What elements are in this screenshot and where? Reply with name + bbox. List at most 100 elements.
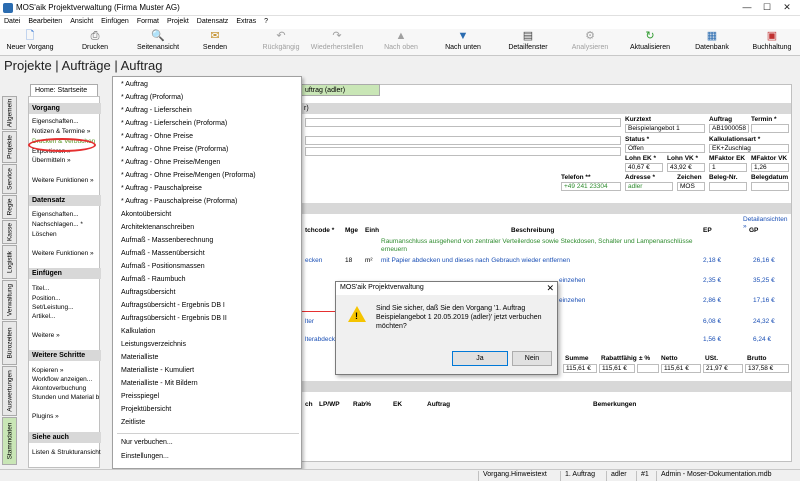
adresse-field[interactable]: adler <box>625 182 673 191</box>
side-tab-buerozeiten[interactable]: Bürozeiten <box>2 321 17 365</box>
menu-help[interactable]: ? <box>260 16 272 29</box>
redo-button[interactable]: ↷ Wiederherstellen <box>306 29 368 56</box>
side-tab-verwaltung[interactable]: Verwaltung <box>2 280 17 320</box>
menu-item[interactable]: Projektübersicht <box>121 406 171 413</box>
kurztext-field[interactable]: Beispielangebot 1 <box>625 124 705 133</box>
new-vorgang-button[interactable]: 🗋 Neuer Vorgang <box>2 29 58 56</box>
nav-akontoverbuchung[interactable]: Akontoverbuchung <box>32 385 86 392</box>
menu-datensatz[interactable]: Datensatz <box>193 16 233 29</box>
nav-listen-struktur[interactable]: Listen & Strukturansicht <box>32 449 101 456</box>
side-tab-allgemein[interactable]: Allgemein <box>2 96 17 130</box>
col-matchcode[interactable]: tchcode * <box>305 227 334 234</box>
move-up-button[interactable]: ▲ Nach oben <box>376 29 426 56</box>
nav-ds-eigenschaften[interactable]: Eigenschaften... <box>32 211 79 218</box>
menu-item[interactable]: * Auftrag - Lieferschein <box>121 107 192 114</box>
menu-projekt[interactable]: Projekt <box>163 16 193 29</box>
plusminus-value[interactable] <box>637 364 659 373</box>
table-row[interactable]: Raumanschluss ausgehend von zentraler Ve… <box>381 238 701 254</box>
field-row-3[interactable] <box>305 147 621 156</box>
no-button[interactable]: Nein <box>512 351 552 366</box>
nav-loeschen[interactable]: Löschen <box>32 231 57 238</box>
side-tab-logistik[interactable]: Logistik <box>2 245 17 279</box>
menu-item[interactable]: Kalkulation <box>121 328 155 335</box>
telefon-field[interactable]: +49 241 23304 <box>561 182 621 191</box>
menu-ansicht[interactable]: Ansicht <box>66 16 97 29</box>
menu-item[interactable]: Auftragsübersicht <box>121 289 175 296</box>
menu-item[interactable]: Aufmaß - Raumbuch <box>121 276 186 283</box>
side-tab-regie[interactable]: Regie <box>2 195 17 219</box>
menu-item[interactable]: Aufmaß - Massenübersicht <box>121 250 205 257</box>
menu-item[interactable]: Preisspiegel <box>121 393 159 400</box>
mfaktor-vk-field[interactable]: 1,26 <box>751 163 789 172</box>
menu-item[interactable]: Architektenanschreiben <box>121 224 194 231</box>
belegdatum-field[interactable] <box>751 182 789 191</box>
menu-format[interactable]: Format <box>133 16 163 29</box>
maximize-button[interactable]: ☐ <box>760 2 774 13</box>
nav-titel[interactable]: Titel... <box>32 285 49 292</box>
col-ek[interactable]: EK <box>393 401 402 408</box>
menu-datei[interactable]: Datei <box>0 16 24 29</box>
nav-position[interactable]: Position... <box>32 295 61 302</box>
print-button[interactable]: ⎙ Drucken <box>64 29 126 56</box>
menu-item[interactable]: * Auftrag - Ohne Preise/Mengen <box>121 159 220 166</box>
menu-item[interactable]: Auftragsübersicht - Ergebnis DB II <box>121 315 227 322</box>
field-row-1[interactable] <box>305 118 621 127</box>
menu-einfuegen[interactable]: Einfügen <box>97 16 133 29</box>
nav-plugins[interactable]: Plugins » <box>32 413 59 420</box>
col-einheit[interactable]: Einh <box>365 227 379 234</box>
undo-button[interactable]: ↶ Rückgängig <box>256 29 306 56</box>
auftrag-field[interactable]: AB1900058 <box>709 124 749 133</box>
tab-document[interactable]: uftrag (adler) <box>300 84 380 96</box>
nav-artikel[interactable]: Artikel... <box>32 313 55 320</box>
lohn-ek-field[interactable]: 40,67 € <box>625 163 663 172</box>
status-field[interactable]: Offen <box>625 144 705 153</box>
yes-button[interactable]: Ja <box>452 351 508 366</box>
nav-eigenschaften[interactable]: Eigenschaften... <box>32 118 79 125</box>
col-bemerkungen[interactable]: Bemerkungen <box>593 401 636 408</box>
nav-workflow[interactable]: Workflow anzeigen... <box>32 376 92 383</box>
menu-item[interactable]: * Auftrag (Proforma) <box>121 94 183 101</box>
menu-item[interactable]: * Auftrag - Ohne Preise/Mengen (Proforma… <box>121 172 256 179</box>
nav-set-leistung[interactable]: Set/Leistung... <box>32 304 74 311</box>
nav-stunden-material[interactable]: Stunden und Material b <box>32 394 99 401</box>
menu-item[interactable]: * Auftrag - Pauschalpreise (Proforma) <box>121 198 237 205</box>
close-button[interactable]: ✕ <box>780 2 794 13</box>
print-preview-button[interactable]: 🔍 Seitenansicht <box>126 29 190 56</box>
nav-notizen-termine[interactable]: Notizen & Termine » <box>32 128 90 135</box>
field-row-2[interactable] <box>305 136 621 145</box>
col-menge[interactable]: Mge <box>345 227 358 234</box>
menu-item[interactable]: Materialliste <box>121 354 158 361</box>
col-ep[interactable]: EP <box>703 227 712 234</box>
kalkulationsart-field[interactable]: EK+Zuschlag <box>709 144 789 153</box>
send-button[interactable]: ✉ Senden <box>192 29 238 56</box>
menu-item[interactable]: * Auftrag - Lieferschein (Proforma) <box>121 120 227 127</box>
col-rab[interactable]: Rab% <box>353 401 371 408</box>
nav-nachschlagen[interactable]: Nachschlagen... * <box>32 221 83 228</box>
menu-item-einstellungen[interactable]: Einstellungen... <box>121 453 169 460</box>
col-lp-wp[interactable]: LP/WP <box>319 401 340 408</box>
side-tab-kasse[interactable]: Kasse <box>2 220 17 244</box>
analyze-button[interactable]: ⚙ Analysieren <box>564 29 616 56</box>
accounting-button[interactable]: ▣ Buchhaltung <box>746 29 798 56</box>
minimize-button[interactable]: — <box>740 2 754 12</box>
side-tab-stammdaten[interactable]: Stammdaten <box>2 417 17 465</box>
nav-vorgang-weitere[interactable]: Weitere Funktionen » <box>32 177 94 184</box>
col-ch[interactable]: ch <box>305 401 313 408</box>
menu-item[interactable]: * Auftrag <box>121 81 148 88</box>
col-auftrag[interactable]: Auftrag <box>427 401 450 408</box>
menu-extras[interactable]: Extras <box>232 16 260 29</box>
mfaktor-ek-field[interactable]: 1 <box>709 163 747 172</box>
menu-item[interactable]: Aufmaß - Positionsmassen <box>121 263 205 270</box>
nav-datensatz-weitere[interactable]: Weitere Funktionen » <box>32 250 94 257</box>
menu-item[interactable]: Materialliste - Mit Bildern <box>121 380 198 387</box>
col-gp[interactable]: GP <box>749 227 758 234</box>
menu-item[interactable]: Auftragsübersicht - Ergebnis DB I <box>121 302 225 309</box>
move-down-button[interactable]: ▼ Nach unten <box>438 29 488 56</box>
nav-uebermitteln[interactable]: Übermitteln » <box>32 157 71 164</box>
menu-item-nur-verbuchen[interactable]: Nur verbuchen... <box>121 439 173 446</box>
side-tab-service[interactable]: Service <box>2 164 17 194</box>
menu-item[interactable]: * Auftrag - Pauschalpreise <box>121 185 202 192</box>
menu-item[interactable]: * Auftrag - Ohne Preise (Proforma) <box>121 146 228 153</box>
zeichen-field[interactable]: MOS <box>677 182 705 191</box>
termin-field[interactable] <box>751 124 789 133</box>
